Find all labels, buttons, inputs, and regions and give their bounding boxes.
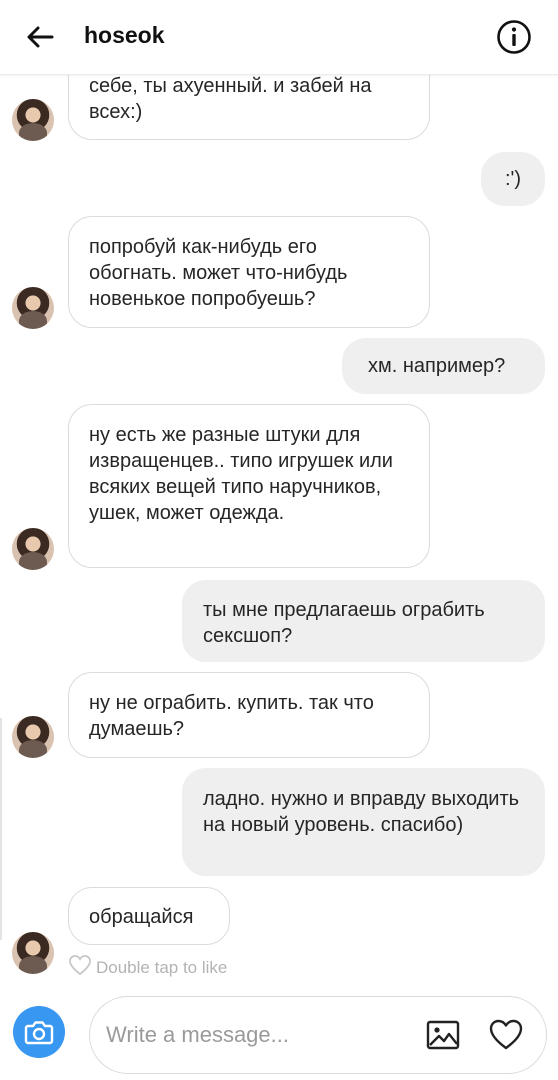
double-tap-hint-text: Double tap to like xyxy=(96,957,228,977)
double-tap-hint: Double tap to like xyxy=(68,954,227,981)
heart-icon[interactable] xyxy=(488,1017,524,1053)
message-input-placeholder: Write a message... xyxy=(106,1022,289,1047)
message-bubble-incoming[interactable]: ну есть же разные штуки для извращенцев.… xyxy=(68,404,430,568)
chat-header: hoseok xyxy=(0,0,558,75)
message-text: ладно. нужно и вправду выходить на новый… xyxy=(203,788,520,836)
message-bubble-outgoing[interactable]: ладно. нужно и вправду выходить на новый… xyxy=(182,768,545,876)
message-text: ну есть же разные штуки для извращенцев.… xyxy=(89,424,393,524)
message-text: хм. например? xyxy=(368,355,506,377)
chat-title[interactable]: hoseok xyxy=(84,22,165,49)
camera-icon[interactable] xyxy=(13,1006,65,1058)
info-icon[interactable] xyxy=(496,19,532,55)
message-bubble-outgoing[interactable]: :') xyxy=(481,152,545,206)
avatar[interactable] xyxy=(12,528,54,570)
message-thread[interactable]: себе, ты ахуенный. и забей на всех:) :')… xyxy=(0,0,558,990)
message-bubble-outgoing[interactable]: ты мне предлагаешь ограбить сексшоп? xyxy=(182,580,545,662)
message-text: ты мне предлагаешь ограбить сексшоп? xyxy=(203,599,485,647)
image-icon[interactable] xyxy=(425,1017,461,1053)
message-bubble-incoming[interactable]: ну не ограбить. купить. так что думаешь? xyxy=(68,672,430,758)
message-text: попробуй как-нибудь его обогнать. может … xyxy=(89,236,348,310)
avatar[interactable] xyxy=(12,99,54,141)
heart-outline-icon xyxy=(68,954,92,981)
message-text: себе, ты ахуенный. и забей на всех:) xyxy=(89,75,372,123)
message-text: ну не ограбить. купить. так что думаешь? xyxy=(89,692,374,740)
avatar[interactable] xyxy=(12,716,54,758)
message-text: :') xyxy=(504,168,522,190)
scroll-indicator xyxy=(0,718,2,940)
avatar[interactable] xyxy=(12,287,54,329)
message-bubble-outgoing[interactable]: хм. например? xyxy=(342,338,545,394)
arrow-left-icon[interactable] xyxy=(24,21,56,53)
message-bubble-incoming[interactable]: обращайся xyxy=(68,887,230,945)
message-text: обращайся xyxy=(89,906,194,928)
avatar[interactable] xyxy=(12,932,54,974)
message-input[interactable]: Write a message... xyxy=(89,996,547,1074)
message-bubble-incoming[interactable]: попробуй как-нибудь его обогнать. может … xyxy=(68,216,430,328)
